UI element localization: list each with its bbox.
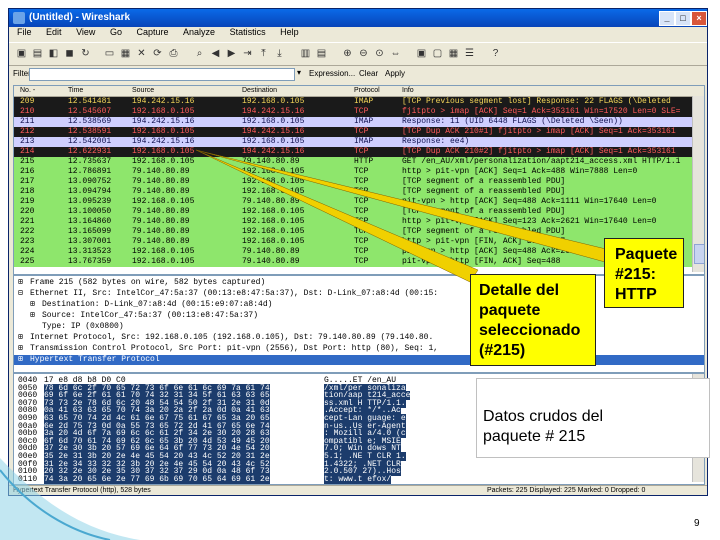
page-number: 9 xyxy=(694,518,700,529)
pointer-arrow-detail xyxy=(195,149,479,283)
decorative-swoosh xyxy=(0,458,140,540)
callout-packet-detail: Detalle del paquete seleccionado (#215) xyxy=(470,274,596,366)
raw-data-label-box: Datos crudos del paquete # 215 xyxy=(476,378,710,458)
raw-data-label: Datos crudos del paquete # 215 xyxy=(483,408,604,445)
callout-packet-215: Paquete #215: HTTP xyxy=(604,238,684,308)
